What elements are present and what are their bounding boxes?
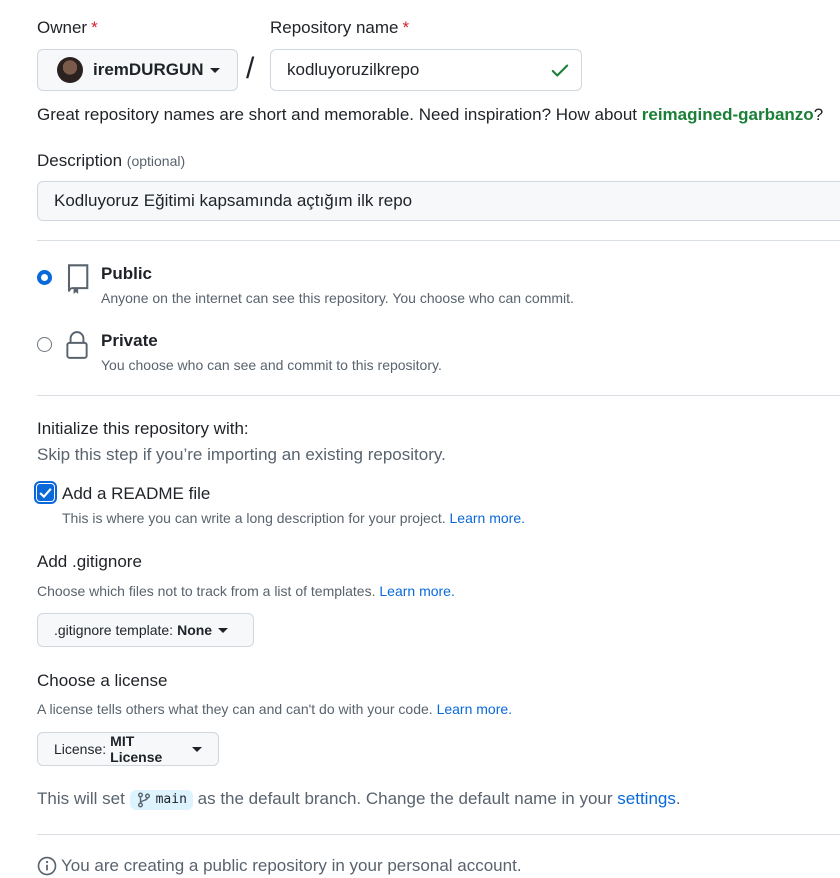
branch-name: main: [155, 792, 187, 808]
readme-description: This is where you can write a long descr…: [62, 510, 525, 526]
name-hint: Great repository names are short and mem…: [37, 105, 823, 125]
settings-link[interactable]: settings: [617, 789, 676, 808]
public-subtitle: Anyone on the internet can see this repo…: [101, 290, 574, 306]
readme-checkbox[interactable]: [34, 481, 57, 504]
owner-repo-separator: /: [246, 52, 255, 85]
caret-down-icon: [192, 746, 202, 752]
gitignore-learn-more-link[interactable]: Learn more.: [379, 583, 454, 599]
description-label: Description (optional): [37, 151, 185, 171]
readme-learn-more-link[interactable]: Learn more.: [450, 510, 525, 526]
description-label-text: Description: [37, 151, 123, 170]
owner-label: Owner *: [37, 18, 98, 38]
owner-dropdown-button[interactable]: iremDURGUN: [37, 49, 238, 91]
description-input[interactable]: [37, 181, 840, 221]
branch-chip: main: [129, 789, 193, 810]
initialize-title: Initialize this repository with:: [37, 419, 249, 438]
gitignore-description: Choose which files not to track from a l…: [37, 583, 455, 599]
private-title: Private: [101, 331, 158, 350]
lock-icon: [66, 331, 88, 359]
default-branch-middle: as the default branch. Change the defaul…: [197, 789, 613, 808]
gitignore-template-button[interactable]: .gitignore template: None: [37, 613, 254, 647]
optional-tag: (optional): [126, 153, 186, 169]
owner-name: iremDURGUN: [93, 60, 204, 79]
notice-text: You are creating a public repository in …: [61, 856, 522, 875]
default-branch-end: .: [675, 789, 681, 808]
license-description: A license tells others what they can and…: [37, 701, 512, 717]
readme-description-text: This is where you can write a long descr…: [62, 510, 446, 526]
private-subtitle: You choose who can see and commit to thi…: [101, 357, 442, 373]
private-radio[interactable]: [37, 337, 52, 352]
license-title: Choose a license: [37, 671, 168, 690]
caret-down-icon: [218, 627, 229, 633]
default-branch-note: This will set main as the default branch…: [37, 789, 681, 810]
gitignore-description-text: Choose which files not to track from a l…: [37, 583, 376, 599]
divider: [37, 834, 840, 835]
initialize-subtitle: Skip this step if you’re importing an ex…: [37, 445, 446, 464]
gitignore-button-value: None: [177, 622, 213, 638]
owner-label-text: Owner: [37, 18, 88, 37]
required-mark: *: [91, 18, 98, 37]
gitignore-button-prefix: .gitignore template:: [54, 622, 174, 638]
repo-book-icon: [67, 264, 89, 294]
checkmark-icon: [39, 488, 52, 499]
check-icon: [551, 64, 569, 77]
git-branch-icon: [137, 792, 150, 808]
license-description-text: A license tells others what they can and…: [37, 701, 433, 717]
divider: [37, 240, 840, 241]
default-branch-prefix: This will set: [37, 789, 125, 808]
caret-down-icon: [209, 67, 220, 73]
public-radio[interactable]: [37, 270, 52, 285]
license-button[interactable]: License: MIT License: [37, 732, 219, 766]
repository-name-label-text: Repository name: [270, 18, 399, 37]
avatar: [57, 57, 83, 83]
public-repo-notice: You are creating a public repository in …: [37, 856, 522, 876]
repository-name-label: Repository name *: [270, 18, 409, 38]
public-title: Public: [101, 264, 153, 283]
required-mark: *: [402, 18, 410, 37]
license-button-value: MIT License: [110, 733, 163, 765]
divider: [37, 395, 840, 396]
info-icon: [37, 856, 57, 876]
license-learn-more-link[interactable]: Learn more.: [437, 701, 512, 717]
gitignore-title: Add .gitignore: [37, 552, 142, 571]
name-hint-text: Great repository names are short and mem…: [37, 105, 638, 124]
name-hint-end: ?: [813, 105, 824, 124]
repository-name-input[interactable]: [270, 49, 582, 91]
readme-label[interactable]: Add a README file: [62, 484, 210, 504]
name-suggestion-link[interactable]: reimagined-garbanzo: [642, 105, 814, 124]
license-button-prefix: License:: [54, 741, 107, 757]
